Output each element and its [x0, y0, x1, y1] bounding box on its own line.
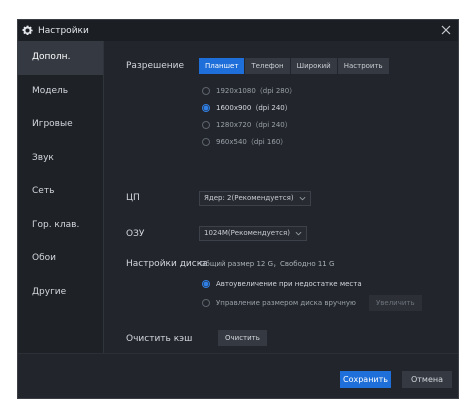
- gear-icon: [22, 25, 33, 36]
- resolution-option-1920[interactable]: 1920x1080（dpi 280）: [202, 86, 296, 96]
- resolution-option-1600[interactable]: 1600x900（dpi 240）: [202, 103, 292, 113]
- disk-size-info: Общий размер 12 G，Свободно 11 G: [200, 260, 335, 268]
- clear-cache-button[interactable]: Очистить: [218, 330, 267, 346]
- radio-icon: [202, 87, 210, 95]
- cpu-select[interactable]: Ядер: 2(Рекомендуется): [199, 191, 311, 206]
- resolution-option-960[interactable]: 960x540（dpi 160）: [202, 137, 287, 147]
- radio-icon: [202, 121, 210, 129]
- tab-custom[interactable]: Настроить: [337, 58, 389, 74]
- sidebar-item-model[interactable]: Модель: [18, 75, 103, 109]
- cpu-select-value: Ядер: 2(Рекомендуется): [204, 194, 294, 202]
- ram-label: ОЗУ: [126, 229, 145, 239]
- clear-cache-label: Очистить кэш: [126, 334, 193, 344]
- close-icon[interactable]: [439, 23, 453, 37]
- settings-sidebar: Дополн. Модель Игровые Звук Сеть Гор. кл…: [18, 41, 104, 354]
- settings-content: Разрешение Планшет Телефон Широкий Настр…: [105, 41, 458, 354]
- ram-select-value: 1024M(Рекомендуется): [204, 229, 290, 237]
- save-button[interactable]: Сохранить: [340, 371, 391, 388]
- settings-window: Настройки Дополн. Модель Игровые Звук Се…: [17, 19, 459, 399]
- disk-option-manual[interactable]: Управление размером диска вручную: [202, 299, 356, 307]
- tab-wide[interactable]: Широкий: [290, 58, 337, 74]
- cpu-label: ЦП: [126, 193, 140, 203]
- resolution-label: Разрешение: [126, 61, 185, 71]
- resolution-option-label: 1600x900（dpi 240）: [216, 104, 292, 112]
- tab-tablet[interactable]: Планшет: [199, 58, 245, 74]
- sidebar-item-other[interactable]: Другие: [18, 276, 103, 310]
- disk-label: Настройки диска: [126, 259, 208, 269]
- radio-checked-icon: [202, 104, 210, 112]
- resolution-tabs: Планшет Телефон Широкий Настроить: [199, 58, 390, 74]
- radio-icon: [202, 299, 210, 307]
- cancel-button[interactable]: Отмена: [402, 371, 452, 388]
- resolution-option-1280[interactable]: 1280x720（dpi 240）: [202, 120, 292, 130]
- tab-phone[interactable]: Телефон: [245, 58, 290, 74]
- radio-checked-icon: [202, 280, 210, 288]
- title-bar: Настройки: [18, 20, 458, 41]
- disk-option-label: Управление размером диска вручную: [216, 299, 356, 307]
- chevron-down-icon: [299, 196, 306, 201]
- increase-disk-button[interactable]: Увеличить: [369, 295, 422, 311]
- resolution-option-label: 1920x1080（dpi 280）: [216, 87, 297, 95]
- sidebar-item-network[interactable]: Сеть: [18, 175, 103, 209]
- sidebar-item-advanced[interactable]: Дополн.: [18, 41, 103, 75]
- disk-option-auto[interactable]: Автоувеличение при недостатке места: [202, 280, 362, 288]
- sidebar-item-sound[interactable]: Звук: [18, 142, 103, 176]
- window-title: Настройки: [38, 25, 89, 36]
- resolution-option-label: 1280x720（dpi 240）: [216, 121, 292, 129]
- disk-option-label: Автоувеличение при недостатке места: [216, 280, 362, 288]
- radio-icon: [202, 138, 210, 146]
- resolution-option-label: 960x540（dpi 160）: [216, 138, 288, 146]
- sidebar-item-game[interactable]: Игровые: [18, 108, 103, 142]
- dialog-footer: Сохранить Отмена: [18, 353, 458, 398]
- sidebar-item-wallpaper[interactable]: Обои: [18, 242, 103, 276]
- ram-select[interactable]: 1024M(Рекомендуется): [199, 226, 307, 241]
- chevron-down-icon: [295, 231, 302, 236]
- sidebar-item-hotkeys[interactable]: Гор. клав.: [18, 209, 103, 243]
